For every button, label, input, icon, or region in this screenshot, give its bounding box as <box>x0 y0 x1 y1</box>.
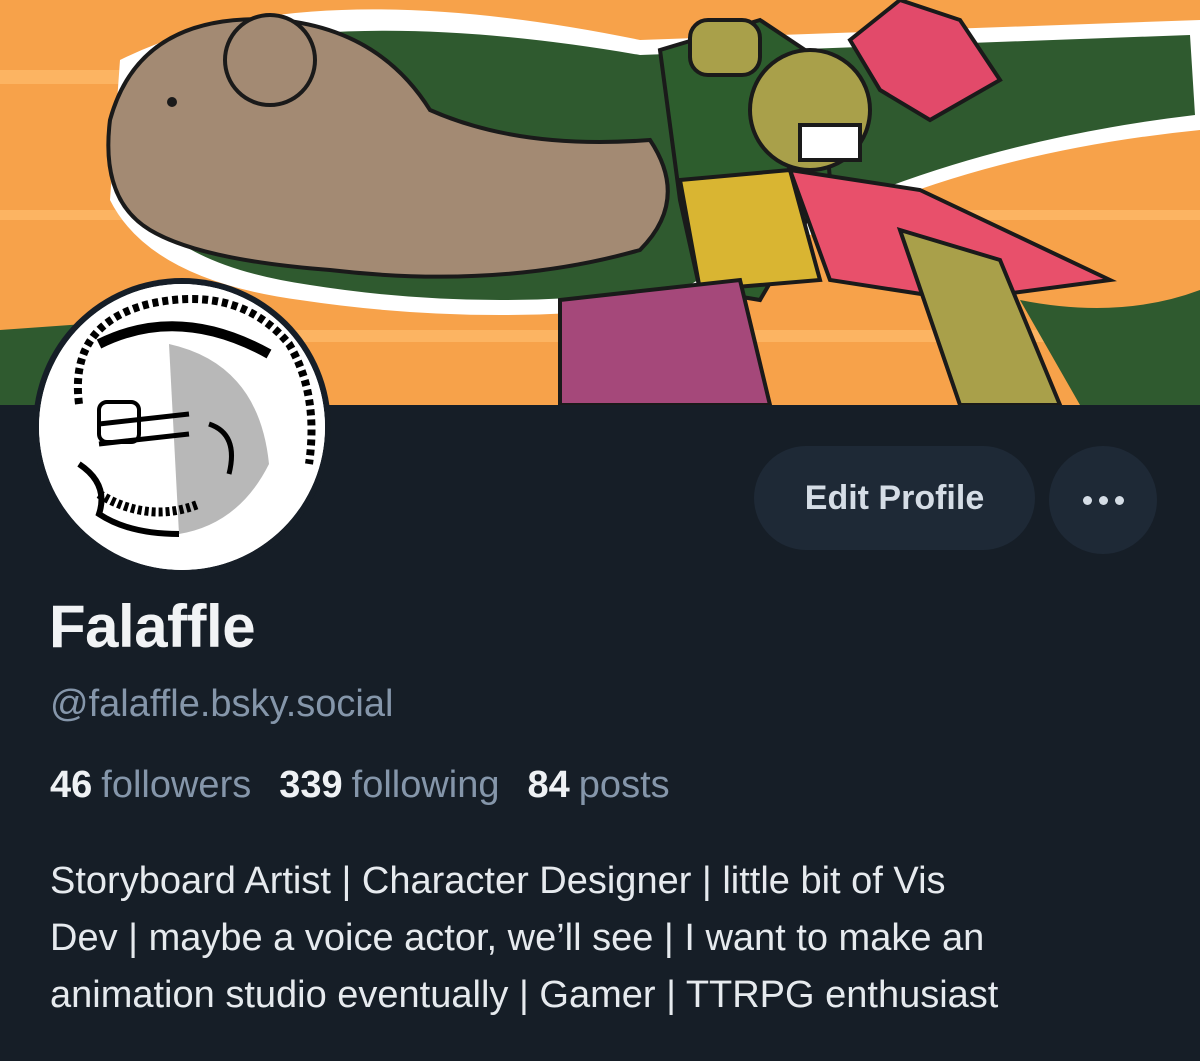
profile-bio: Storyboard Artist | Character Designer |… <box>50 853 1170 1024</box>
bio-line: animation studio eventually | Gamer | TT… <box>50 974 999 1016</box>
following-link[interactable]: 339 following <box>279 764 499 807</box>
posts-count-item: 84 posts <box>528 764 670 807</box>
bio-line: Storyboard Artist | Character Designer |… <box>50 860 946 902</box>
followers-count: 46 <box>50 764 93 806</box>
followers-link[interactable]: 46 followers <box>50 764 251 807</box>
bio-line: Dev | maybe a voice actor, we’ll see | I… <box>50 917 985 959</box>
avatar-image <box>39 284 325 570</box>
more-options-button[interactable] <box>1049 446 1157 554</box>
posts-label: posts <box>578 764 670 806</box>
ellipsis-dot <box>1082 495 1092 505</box>
posts-count: 84 <box>527 764 570 806</box>
avatar-sketch <box>39 284 325 570</box>
followers-label: followers <box>101 764 252 806</box>
ellipsis-dot <box>1098 495 1108 505</box>
ellipsis-dot <box>1114 495 1124 505</box>
edit-profile-button[interactable]: Edit Profile <box>754 446 1035 550</box>
ellipsis-icon <box>1082 495 1124 505</box>
avatar[interactable] <box>33 278 331 576</box>
following-count: 339 <box>279 764 343 806</box>
edit-profile-label: Edit Profile <box>804 478 985 517</box>
following-label: following <box>351 764 500 806</box>
display-name: Falaffle <box>49 593 256 660</box>
profile-stats: 46 followers 339 following 84 posts <box>50 764 670 807</box>
profile-handle: @falaffle.bsky.social <box>50 683 394 725</box>
